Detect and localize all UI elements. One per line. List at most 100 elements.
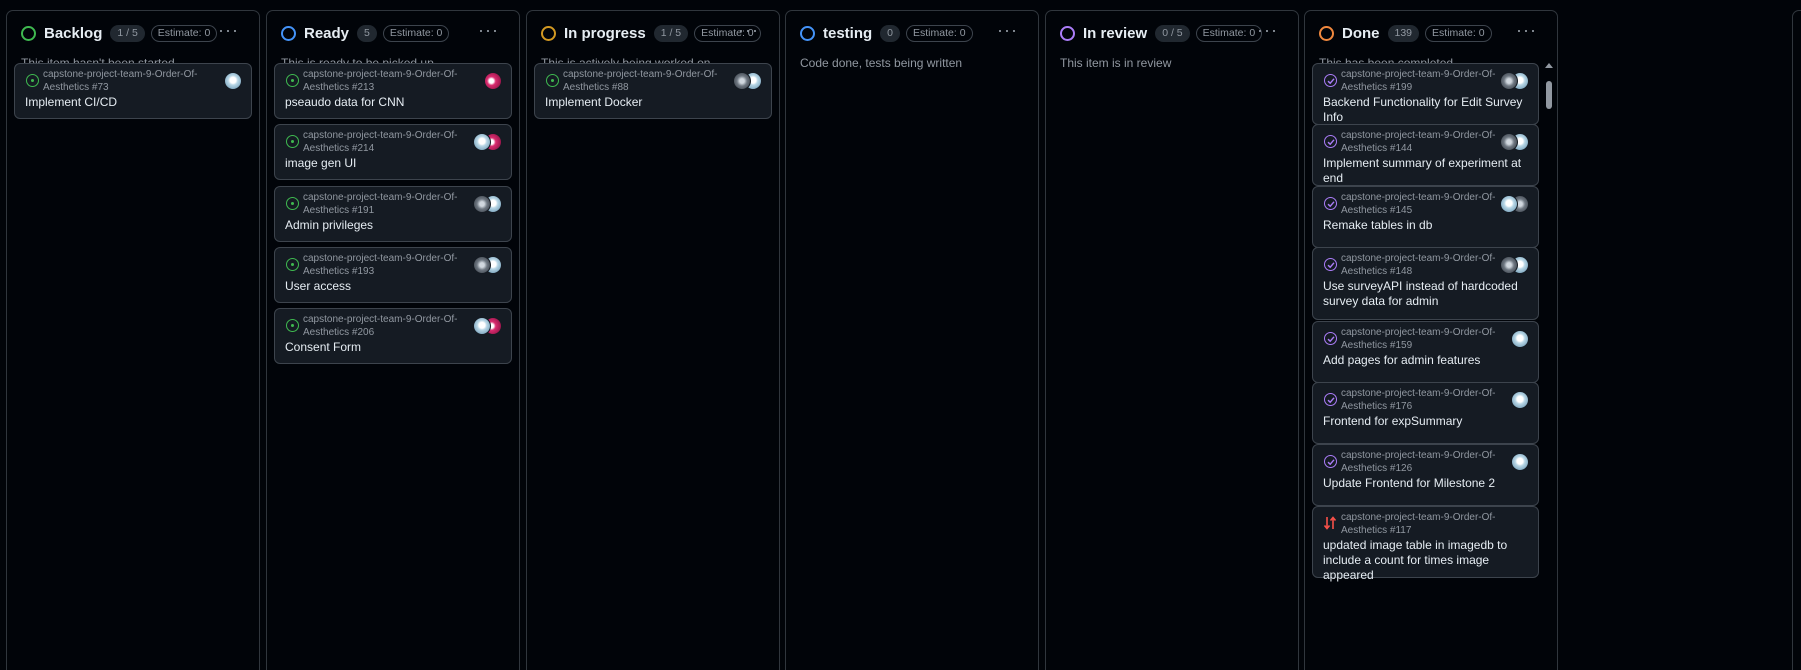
issue-card[interactable]: capstone-project-team-9-Order-Of-Aesthet… — [1312, 247, 1539, 320]
issue-title[interactable]: Remake tables in db — [1323, 218, 1528, 233]
issue-card[interactable]: capstone-project-team-9-Order-Of-Aesthet… — [274, 124, 512, 180]
issue-closed-icon — [1324, 135, 1337, 148]
issue-card[interactable]: capstone-project-team-9-Order-Of-Aesthet… — [1312, 63, 1539, 125]
assignee-avatars[interactable] — [473, 195, 502, 213]
issue-card[interactable]: capstone-project-team-9-Order-Of-Aesthet… — [1312, 382, 1539, 444]
issue-title[interactable]: Frontend for expSummary — [1323, 414, 1528, 429]
avatar[interactable] — [473, 195, 491, 213]
estimate-badge: Estimate: 0 — [1195, 24, 1263, 42]
issue-title[interactable]: Update Frontend for Milestone 2 — [1323, 476, 1528, 491]
issue-reference-link[interactable]: capstone-project-team-9-Order-Of-Aesthet… — [1341, 512, 1531, 537]
item-count-badge: 1 / 5 — [653, 24, 689, 42]
issue-card[interactable]: capstone-project-team-9-Order-Of-Aesthet… — [1312, 186, 1539, 248]
issue-closed-icon — [1324, 393, 1337, 406]
column-menu-button[interactable]: ··· — [738, 20, 759, 41]
issue-title[interactable]: Consent Form — [285, 340, 501, 355]
issue-reference-link[interactable]: capstone-project-team-9-Order-Of-Aesthet… — [303, 192, 493, 217]
status-circle-icon — [281, 25, 296, 41]
column-title: In review — [1083, 24, 1148, 42]
column-backlog: Backlog1 / 5Estimate: 0···This item hasn… — [6, 10, 260, 670]
issue-title[interactable]: Backend Functionality for Edit Survey In… — [1323, 95, 1528, 125]
avatar[interactable] — [473, 133, 491, 151]
avatar[interactable] — [1500, 133, 1518, 151]
column-menu-button[interactable]: ··· — [478, 20, 499, 41]
issue-open-icon — [286, 258, 299, 271]
issue-card[interactable]: capstone-project-team-9-Order-Of-Aesthet… — [274, 308, 512, 364]
issue-reference-link[interactable]: capstone-project-team-9-Order-Of-Aesthet… — [563, 69, 753, 94]
issue-closed-icon — [1324, 332, 1337, 345]
issue-card[interactable]: capstone-project-team-9-Order-Of-Aesthet… — [1312, 506, 1539, 582]
issue-open-icon — [546, 74, 559, 87]
column-scrollbar[interactable] — [1545, 63, 1553, 670]
issue-reference-link[interactable]: capstone-project-team-9-Order-Of-Aesthet… — [303, 69, 493, 94]
estimate-badge: Estimate: 0 — [382, 24, 450, 42]
issue-title[interactable]: Implement summary of experiment at end — [1323, 156, 1528, 186]
avatar[interactable] — [1500, 72, 1518, 90]
issue-card[interactable]: capstone-project-team-9-Order-Of-Aesthet… — [274, 247, 512, 303]
issue-reference-link[interactable]: capstone-project-team-9-Order-Of-Aesthet… — [1341, 327, 1531, 352]
estimate-badge: Estimate: 0 — [1425, 24, 1492, 42]
issue-card[interactable]: capstone-project-team-9-Order-Of-Aesthet… — [534, 63, 772, 119]
estimate-badge: Estimate: 0 — [906, 24, 973, 42]
assignee-avatars[interactable] — [473, 317, 502, 335]
status-circle-icon — [1319, 25, 1334, 41]
issue-closed-icon — [1324, 258, 1337, 271]
issue-title[interactable]: pseaudo data for CNN — [285, 95, 501, 110]
assignee-avatars[interactable] — [1511, 453, 1529, 471]
avatar[interactable] — [733, 72, 751, 90]
column-header: testing 0 Estimate: 0 ··· — [800, 20, 1024, 44]
assignee-avatars[interactable] — [1500, 72, 1529, 90]
column-menu-button[interactable]: ··· — [1257, 20, 1278, 41]
column-menu-button[interactable]: ··· — [218, 20, 239, 41]
issue-title[interactable]: updated image table in imagedb to includ… — [1323, 538, 1528, 583]
assignee-avatars[interactable] — [1500, 133, 1529, 151]
issue-title[interactable]: User access — [285, 279, 501, 294]
column-header: In progress 1 / 5 Estimate: 0 ··· — [541, 20, 765, 44]
column-menu-button[interactable]: ··· — [1516, 20, 1537, 41]
assignee-avatars[interactable] — [473, 133, 502, 151]
issue-title[interactable]: Implement CI/CD — [25, 95, 241, 110]
scroll-up-arrow-icon[interactable] — [1545, 63, 1553, 68]
issue-card[interactable]: capstone-project-team-9-Order-Of-Aesthet… — [1312, 124, 1539, 186]
issue-reference-link[interactable]: capstone-project-team-9-Order-Of-Aesthet… — [303, 314, 493, 339]
issue-reference-link[interactable]: capstone-project-team-9-Order-Of-Aesthet… — [1341, 450, 1531, 475]
issue-title[interactable]: Implement Docker — [545, 95, 761, 110]
avatar[interactable] — [1500, 256, 1518, 274]
item-count-badge: 5 — [357, 24, 377, 42]
avatar[interactable] — [484, 72, 502, 90]
assignee-avatars[interactable] — [1500, 195, 1529, 213]
issue-reference-link[interactable]: capstone-project-team-9-Order-Of-Aesthet… — [43, 69, 233, 94]
issue-title[interactable]: Add pages for admin features — [1323, 353, 1528, 368]
avatar[interactable] — [1511, 453, 1529, 471]
assignee-avatars[interactable] — [484, 72, 502, 90]
issue-card[interactable]: capstone-project-team-9-Order-Of-Aesthet… — [1312, 321, 1539, 383]
issue-card[interactable]: capstone-project-team-9-Order-Of-Aesthet… — [14, 63, 252, 119]
issue-title[interactable]: Admin privileges — [285, 218, 501, 233]
avatar[interactable] — [224, 72, 242, 90]
assignee-avatars[interactable] — [733, 72, 762, 90]
column-in-review: In review 0 / 5 Estimate: 0 ··· This item is… — [1045, 10, 1299, 670]
avatar[interactable] — [473, 317, 491, 335]
issue-reference-link[interactable]: capstone-project-team-9-Order-Of-Aesthet… — [303, 253, 493, 278]
issue-reference-link[interactable]: capstone-project-team-9-Order-Of-Aesthet… — [1341, 388, 1531, 413]
issue-card[interactable]: capstone-project-team-9-Order-Of-Aesthet… — [274, 63, 512, 119]
avatar[interactable] — [1500, 195, 1518, 213]
issue-card[interactable]: capstone-project-team-9-Order-Of-Aesthet… — [274, 186, 512, 242]
column-title: Done — [1342, 24, 1380, 42]
avatar[interactable] — [1511, 330, 1529, 348]
issue-title[interactable]: image gen UI — [285, 156, 501, 171]
avatar[interactable] — [473, 256, 491, 274]
column-menu-button[interactable]: ··· — [997, 20, 1018, 41]
issue-title[interactable]: Use surveyAPI instead of hardcoded surve… — [1323, 279, 1528, 309]
issue-card[interactable]: capstone-project-team-9-Order-Of-Aesthet… — [1312, 444, 1539, 506]
assignee-avatars[interactable] — [473, 256, 502, 274]
column-ready: Ready5Estimate: 0···This is ready to be … — [266, 10, 520, 670]
issue-open-icon — [286, 319, 299, 332]
scroll-thumb[interactable] — [1546, 81, 1552, 109]
assignee-avatars[interactable] — [1500, 256, 1529, 274]
avatar[interactable] — [1511, 391, 1529, 409]
assignee-avatars[interactable] — [224, 72, 242, 90]
issue-reference-link[interactable]: capstone-project-team-9-Order-Of-Aesthet… — [303, 130, 493, 155]
assignee-avatars[interactable] — [1511, 391, 1529, 409]
assignee-avatars[interactable] — [1511, 330, 1529, 348]
